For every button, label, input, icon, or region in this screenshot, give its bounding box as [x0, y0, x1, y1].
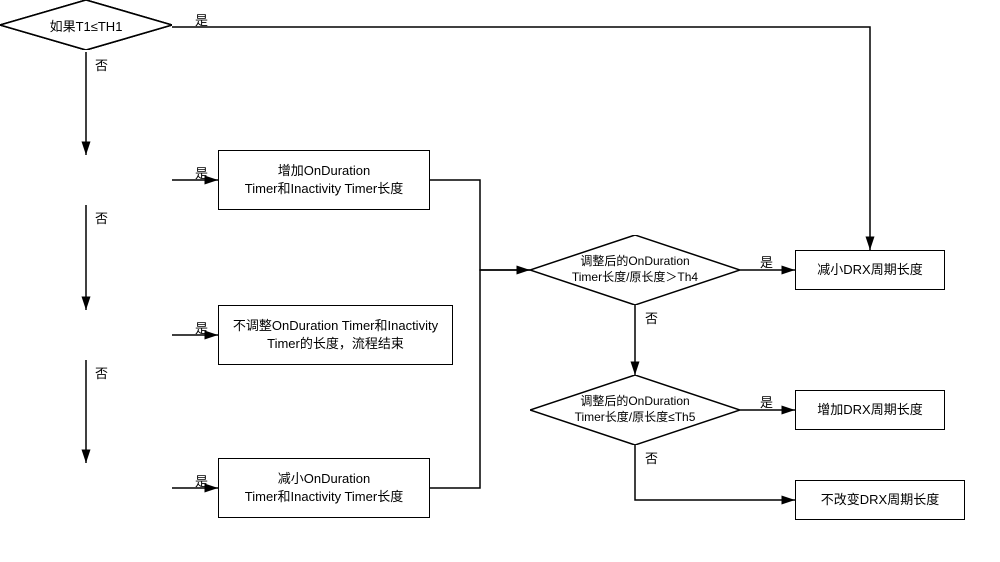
decision-d4-text: 如果T1≤TH1: [50, 16, 123, 35]
label-d4-yes: 是: [195, 471, 208, 490]
d5-line1: 调整后的OnDuration: [580, 254, 689, 270]
label-d3-yes: 是: [195, 318, 208, 337]
a4-line1: 减小OnDuration: [245, 470, 403, 488]
label-d1-no: 否: [95, 55, 108, 74]
label-d5-no: 否: [645, 308, 658, 327]
label-d5-yes: 是: [760, 252, 773, 271]
a2-line1: 增加OnDuration: [245, 162, 403, 180]
a3-line2: Timer的长度，流程结束: [233, 335, 438, 353]
r1-text: 减小DRX周期长度: [817, 261, 922, 279]
label-d3-no: 否: [95, 363, 108, 382]
label-d6-yes: 是: [760, 392, 773, 411]
a3-line1: 不调整OnDuration Timer和Inactivity: [233, 317, 438, 335]
process-increase-onduration: 增加OnDuration Timer和Inactivity Timer长度: [218, 150, 430, 210]
r2-text: 增加DRX周期长度: [817, 401, 922, 419]
label-d6-no: 否: [645, 448, 658, 467]
process-increase-drx: 增加DRX周期长度: [795, 390, 945, 430]
decision-d5: 调整后的OnDuration Timer长度/原长度＞Th4: [530, 235, 740, 305]
process-nochange-drx: 不改变DRX周期长度: [795, 480, 965, 520]
process-decrease-onduration: 减小OnDuration Timer和Inactivity Timer长度: [218, 458, 430, 518]
d6-line2: Timer长度/原长度≤Th5: [575, 410, 696, 426]
label-d2-yes: 是: [195, 163, 208, 182]
d6-line1: 调整后的OnDuration: [580, 394, 689, 410]
process-no-adjust: 不调整OnDuration Timer和Inactivity Timer的长度，…: [218, 305, 453, 365]
label-d2-no: 否: [95, 208, 108, 227]
d5-line2: Timer长度/原长度＞Th4: [572, 270, 698, 286]
decision-d6: 调整后的OnDuration Timer长度/原长度≤Th5: [530, 375, 740, 445]
decision-d4: 如果T1≤TH1: [0, 0, 172, 50]
a2-line2: Timer和Inactivity Timer长度: [245, 180, 403, 198]
r3-text: 不改变DRX周期长度: [821, 491, 939, 509]
process-decrease-drx: 减小DRX周期长度: [795, 250, 945, 290]
a4-line2: Timer和Inactivity Timer长度: [245, 488, 403, 506]
label-d1-yes: 是: [195, 10, 208, 29]
